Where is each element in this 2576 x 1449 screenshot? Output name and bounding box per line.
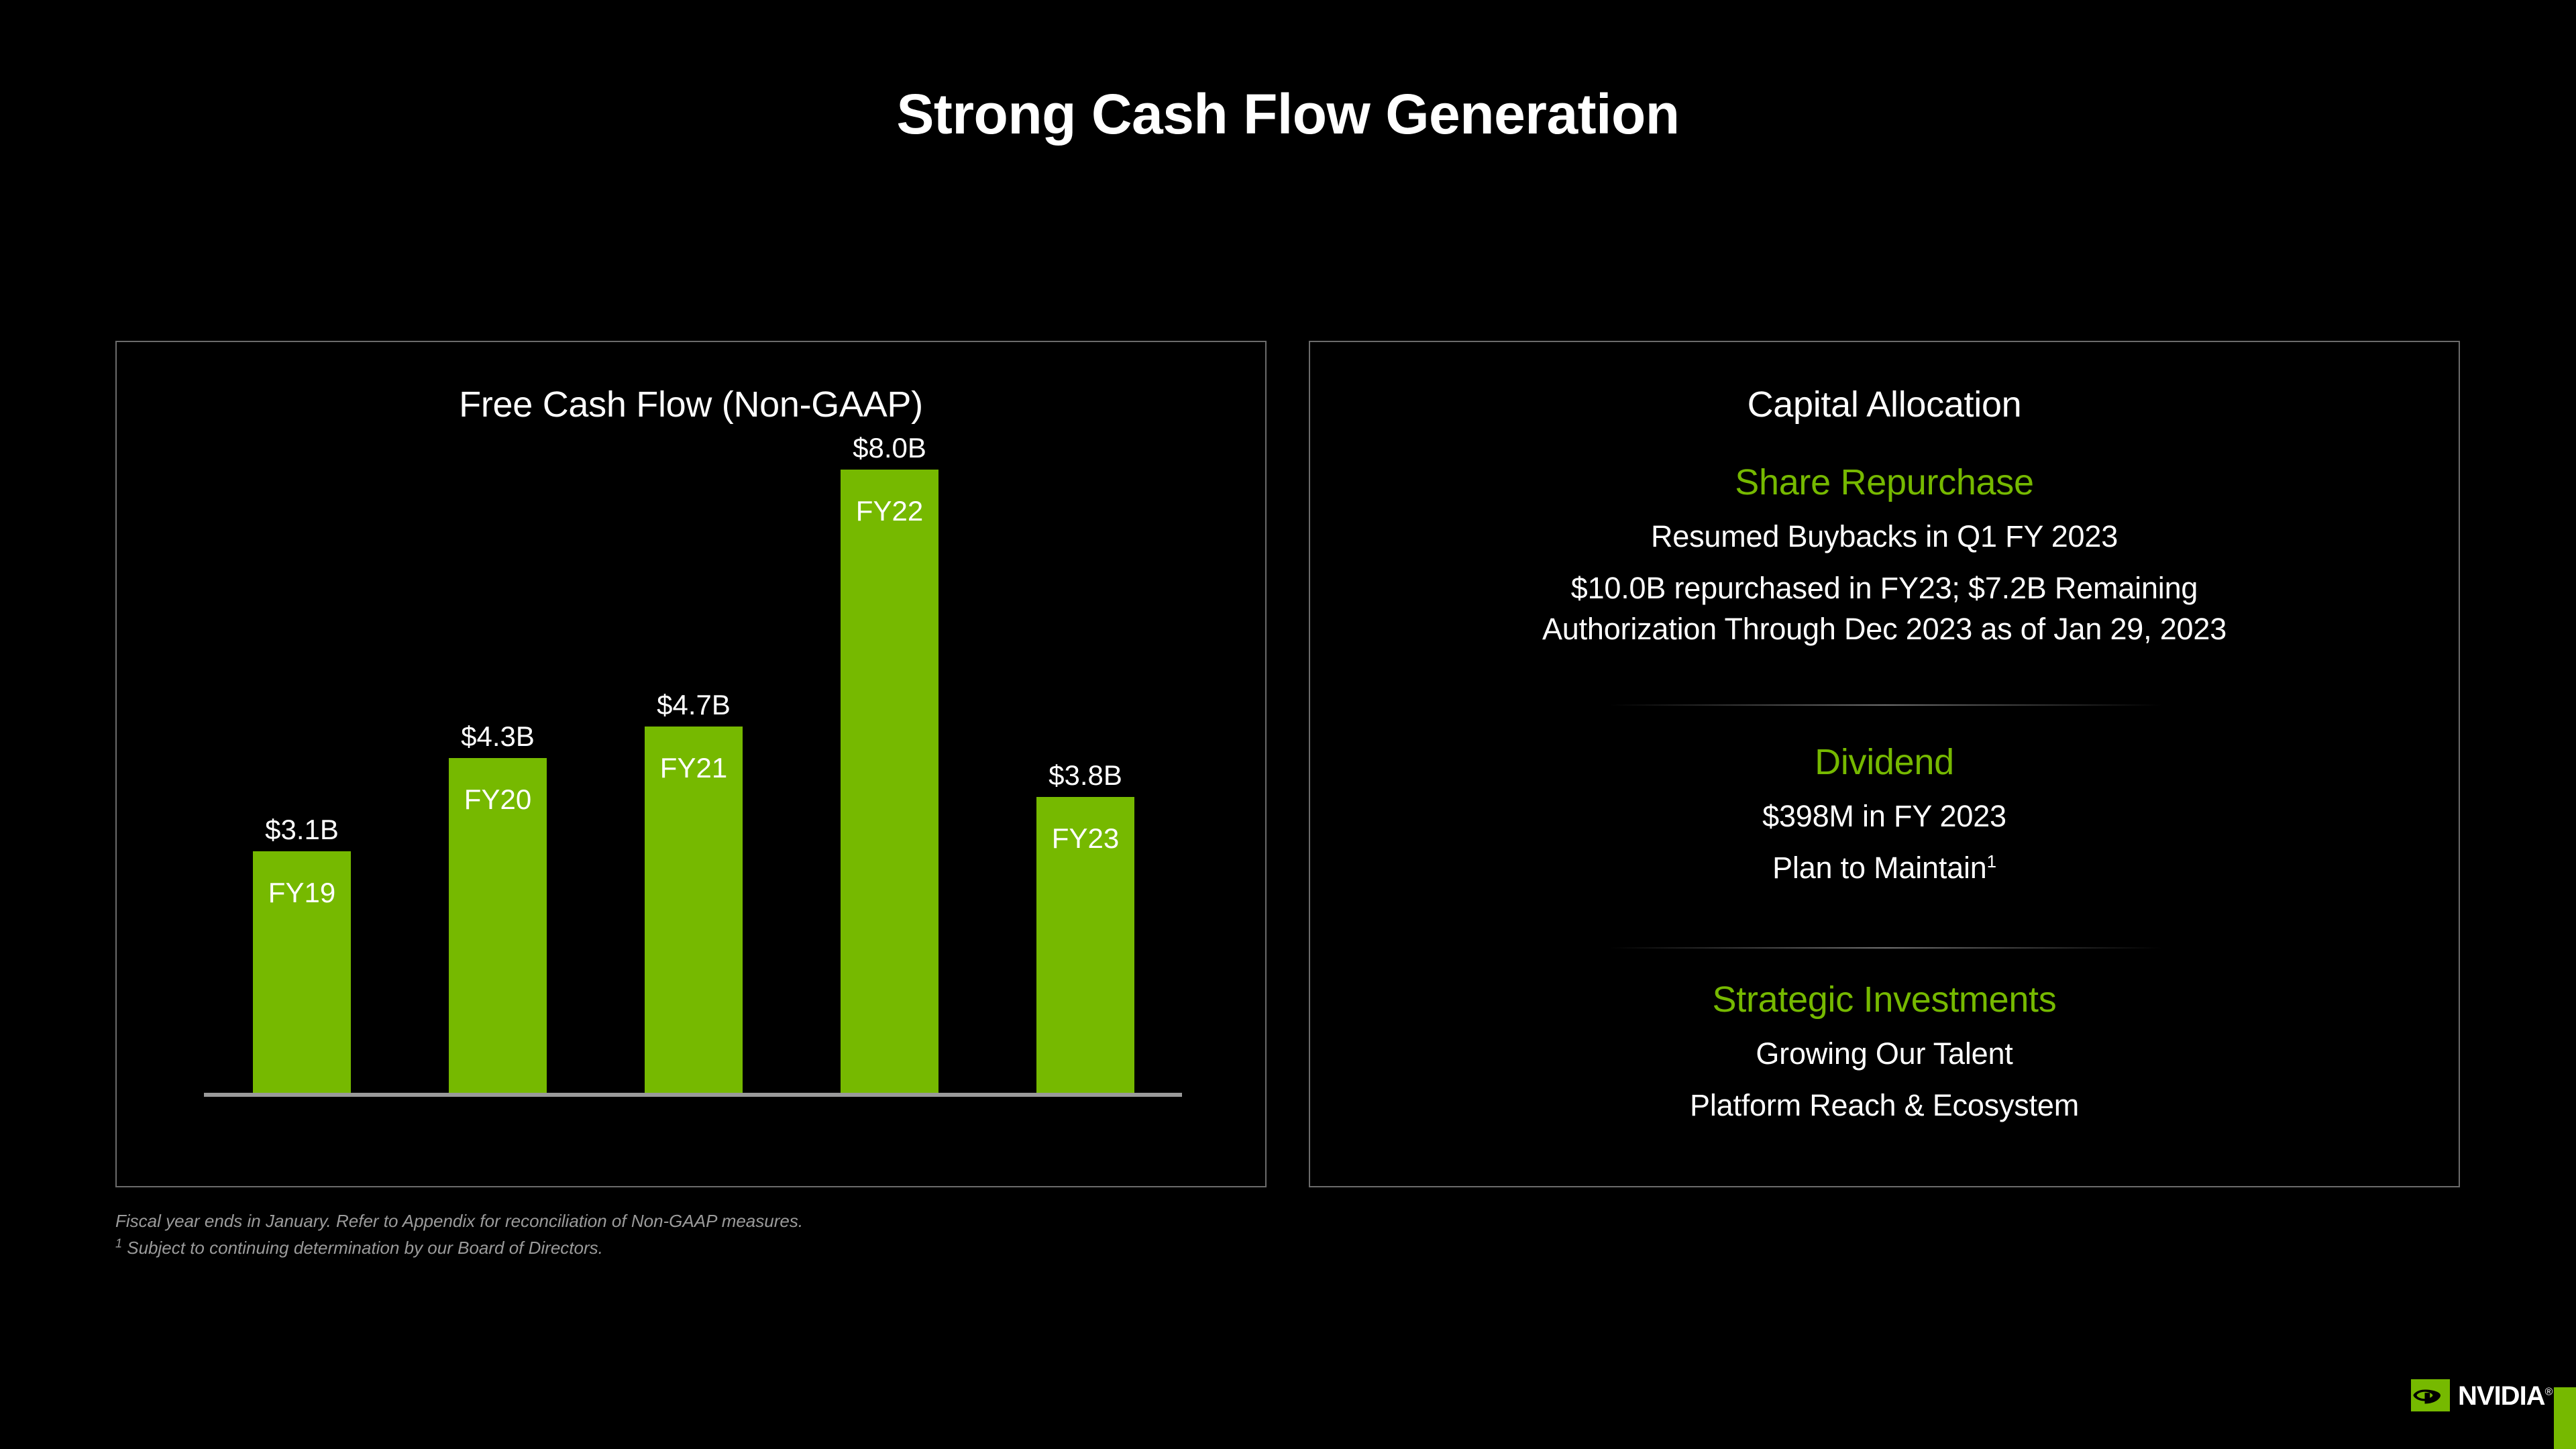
footnote-marker: 1 [115, 1236, 123, 1250]
section-line: Authorization Through Dec 2023 as of Jan… [1542, 611, 2227, 646]
x-axis-tick-label: FY23 [1051, 822, 1120, 854]
capital-allocation-panel: Capital Allocation Share Repurchase Resu… [1309, 341, 2460, 1187]
bar-group: $3.8B FY23 [1036, 759, 1134, 1093]
bar-group: $8.0B FY22 [841, 432, 938, 1093]
section-heading: Dividend [1815, 742, 1954, 782]
bar-rect [841, 470, 938, 1093]
bar-value-label: $4.7B [657, 689, 731, 720]
trademark-symbol: ® [2544, 1386, 2553, 1398]
section-line-with-footnote: Plan to Maintain1 [1310, 849, 2459, 888]
x-axis-line [204, 1093, 1182, 1097]
bar-value-label: $3.8B [1049, 759, 1122, 791]
section-divider [1609, 704, 2162, 706]
footnote-line-1: Fiscal year ends in January. Refer to Ap… [115, 1211, 804, 1231]
green-accent-bar [2554, 1387, 2576, 1449]
footnote-marker: 1 [1986, 851, 1996, 872]
bar-value-label: $4.3B [461, 720, 535, 752]
bar-group: $4.3B FY20 [449, 720, 547, 1093]
footnote-line-2-text: Subject to continuing determination by o… [127, 1238, 603, 1258]
section-line: $10.0B repurchased in FY23; $7.2B Remain… [1570, 571, 2198, 606]
section-strategic-investments: Strategic Investments Growing Our Talent… [1310, 979, 2459, 1126]
x-axis-tick-label: FY22 [855, 495, 924, 527]
footnotes: Fiscal year ends in January. Refer to Ap… [115, 1208, 803, 1262]
x-axis-tick-label: FY21 [659, 752, 728, 784]
bar-value-label: $8.0B [853, 432, 926, 464]
footnote-line-2: 1 Subject to continuing determination by… [115, 1234, 803, 1261]
section-line: Platform Reach & Ecosystem [1690, 1088, 2079, 1123]
page-title: Strong Cash Flow Generation [896, 83, 1680, 146]
chart-title: Free Cash Flow (Non-GAAP) [459, 384, 923, 425]
section-line: Growing Our Talent [1756, 1036, 2013, 1071]
section-line: Resumed Buybacks in Q1 FY 2023 [1650, 519, 2118, 553]
section-divider [1609, 947, 2162, 949]
section-line: $398M in FY 2023 [1762, 798, 2006, 833]
bar-group: $3.1B FY19 [253, 814, 351, 1093]
capital-allocation-title: Capital Allocation [1747, 384, 2022, 425]
section-line-text: Plan to Maintain [1772, 851, 1987, 885]
section-dividend: Dividend $398M in FY 2023 Plan to Mainta… [1310, 741, 2459, 888]
free-cash-flow-chart-panel: Free Cash Flow (Non-GAAP) $3.1B FY19 $4.… [115, 341, 1267, 1187]
section-heading: Share Repurchase [1735, 462, 2034, 502]
x-axis-tick-label: FY20 [464, 784, 532, 815]
nvidia-wordmark-text: NVIDIA [2458, 1381, 2546, 1411]
bar-group: $4.7B FY21 [645, 689, 743, 1093]
bar-chart-plot-area: $3.1B FY19 $4.3B FY20 $4.7B FY21 $8.0B F… [204, 432, 1183, 1097]
bar-value-label: $3.1B [265, 814, 339, 845]
x-axis-tick-label: FY19 [268, 877, 336, 908]
section-share-repurchase: Share Repurchase Resumed Buybacks in Q1 … [1310, 462, 2459, 649]
nvidia-eye-icon [2411, 1379, 2450, 1411]
nvidia-wordmark: NVIDIA® [2458, 1381, 2553, 1411]
nvidia-logo: NVIDIA® [2411, 1379, 2553, 1411]
section-heading: Strategic Investments [1712, 979, 2057, 1020]
